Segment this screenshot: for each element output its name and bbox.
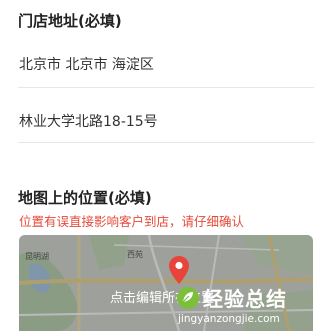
street-address-field[interactable]: 林业大学北路18-15号: [19, 111, 158, 131]
watermark-title: 经验总结: [203, 287, 287, 311]
divider: [18, 87, 314, 88]
store-address-title: 门店地址(必填): [18, 12, 122, 30]
leaf-logo-icon: [177, 287, 199, 309]
watermark: 经验总结 jingyanzongjie.com: [176, 283, 326, 329]
region-field[interactable]: 北京市 北京市 海淀区: [19, 54, 154, 74]
location-warning-text: 位置有误直接影响客户到店，请仔细确认: [19, 214, 245, 229]
store-address-form: 门店地址(必填) 北京市 北京市 海淀区 林业大学北路18-15号 地图上的位置…: [0, 0, 332, 331]
map-location-title: 地图上的位置(必填): [18, 189, 152, 207]
location-pin-icon: [169, 256, 189, 284]
divider: [18, 142, 314, 143]
watermark-url: jingyanzongjie.com: [178, 313, 280, 325]
